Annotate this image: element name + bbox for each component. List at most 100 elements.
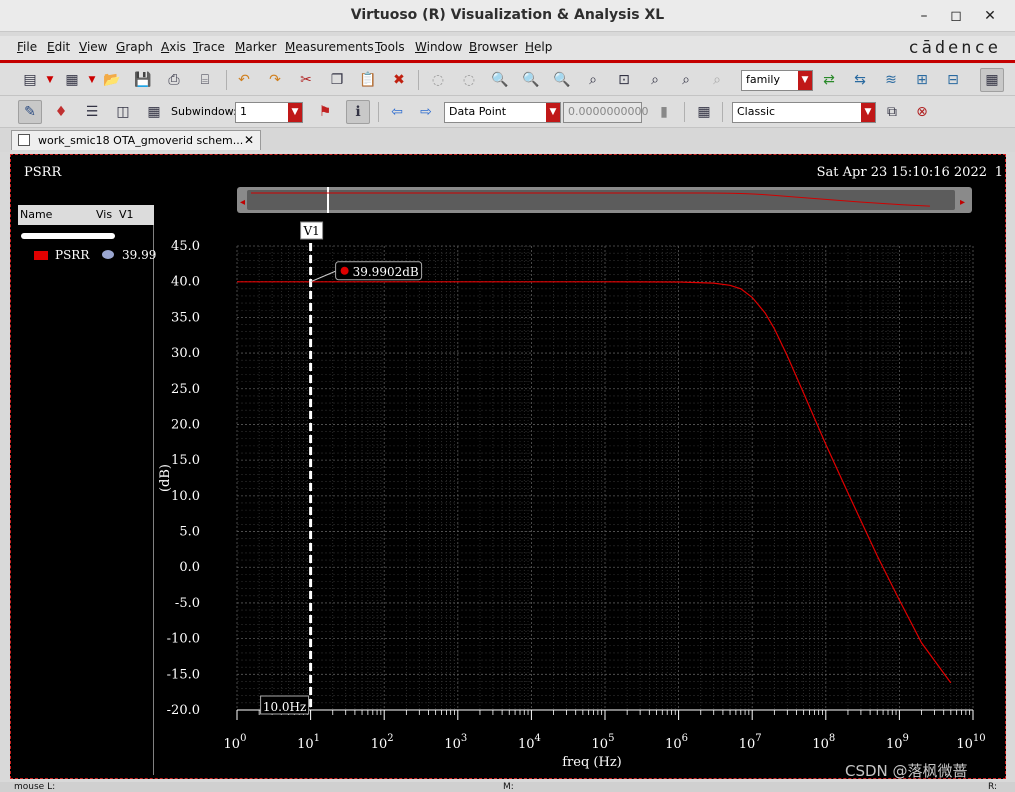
new-window-icon[interactable]: ▤ — [18, 68, 42, 92]
menu-axis[interactable]: Axis — [161, 40, 186, 54]
zoom-y-icon[interactable]: ⌕ — [674, 68, 698, 92]
print-preview-icon[interactable]: ⌸ — [193, 68, 217, 92]
x-tick-label: 102 — [371, 733, 394, 752]
zoom-x-icon[interactable]: ⌕ — [581, 68, 605, 92]
minimize-icon[interactable]: – — [914, 6, 934, 26]
x-tick-label: 103 — [444, 733, 467, 752]
subwindow-select[interactable]: 1 ▼ — [235, 102, 303, 123]
bar-chart-icon[interactable]: ▮ — [652, 100, 676, 124]
redo-icon[interactable]: ↷ — [263, 68, 287, 92]
x-axis-label: freq (Hz) — [562, 755, 622, 770]
y-tick-label: 10.0 — [171, 489, 200, 504]
paste-icon[interactable]: 📋 — [356, 68, 380, 92]
pointer-icon[interactable]: ✎ — [18, 100, 42, 124]
menu-graph[interactable]: Graph — [116, 40, 153, 54]
subwindow-label: Subwindow: — [171, 105, 237, 118]
marker-next-icon[interactable]: ⇨ — [414, 100, 438, 124]
y-tick-label: 0.0 — [179, 560, 200, 575]
family-select[interactable]: family ▼ — [741, 70, 813, 91]
scroll-left-icon[interactable]: ◂ — [240, 197, 245, 208]
new-window-dropdown-icon[interactable]: ▼ — [44, 68, 56, 92]
zoom-out-icon[interactable]: 🔍 — [550, 68, 574, 92]
x-tick-label: 109 — [886, 733, 909, 752]
legend-header-name: Name — [20, 208, 53, 221]
cards-icon[interactable]: ♦ — [49, 100, 73, 124]
y-tick-label: 35.0 — [171, 310, 200, 325]
new-subwindow-icon[interactable]: ▦ — [60, 68, 84, 92]
info-icon[interactable]: ℹ — [346, 100, 370, 124]
marker-prev-icon[interactable]: ⇦ — [385, 100, 409, 124]
menu-view[interactable]: View — [79, 40, 107, 54]
y-tick-label: 15.0 — [171, 453, 200, 468]
status-mouse-right: R: — [988, 782, 998, 792]
menu-measurements[interactable]: Measurements — [285, 40, 374, 54]
menu-file[interactable]: File — [17, 40, 37, 54]
new-subwindow-dropdown-icon[interactable]: ▼ — [86, 68, 98, 92]
close-icon[interactable]: ✕ — [244, 133, 254, 147]
strip-chart-icon[interactable]: ⇆ — [848, 68, 872, 92]
menu-tools[interactable]: Tools — [375, 40, 405, 54]
split-horizontal-icon[interactable]: ☰ — [80, 100, 104, 124]
y-tick-label: 30.0 — [171, 346, 200, 361]
overlay-icon[interactable]: ⊟ — [941, 68, 965, 92]
window-icon[interactable]: ⧉ — [880, 100, 904, 124]
print-icon[interactable]: ⎙ — [162, 68, 186, 92]
style-select[interactable]: Classic ▼ — [732, 102, 876, 123]
status-bar: mouse L: M: R: — [0, 782, 1015, 792]
open-icon[interactable]: 📂 — [100, 68, 124, 92]
menu-browser[interactable]: Browser — [469, 40, 518, 54]
family-plot-icon[interactable]: ⇄ — [817, 68, 841, 92]
zoom-next-icon[interactable]: ◌ — [457, 68, 481, 92]
marker-value-field[interactable]: 0.0000000000 — [563, 102, 648, 123]
visibility-eye-icon[interactable] — [102, 250, 114, 259]
delete-window-icon[interactable]: ⊗ — [910, 100, 934, 124]
maximize-icon[interactable]: ◻ — [946, 6, 966, 26]
plot-window[interactable]: 100 101 102 103 104 105 106 107 108 109 1010 45.0 40… — [10, 154, 1006, 779]
delete-icon[interactable]: ✖ — [387, 68, 411, 92]
split-vertical-icon[interactable]: ◫ — [111, 100, 135, 124]
scroll-right-icon[interactable]: ▸ — [960, 197, 965, 208]
zoom-in-x-icon[interactable]: 🔍 — [519, 68, 543, 92]
chevron-down-icon: ▼ — [861, 103, 875, 122]
menu-marker[interactable]: Marker — [235, 40, 276, 54]
left-edge-strip — [0, 296, 9, 776]
cut-icon[interactable]: ✂ — [294, 68, 318, 92]
legend-trace-row[interactable]: PSRR 39.99 — [18, 247, 156, 265]
legend-header-vis: Vis — [96, 208, 113, 221]
plot-date: Sat Apr 23 15:10:16 2022 — [816, 165, 987, 180]
fit-icon[interactable]: ⊡ — [612, 68, 636, 92]
stack-icon[interactable]: ≋ — [879, 68, 903, 92]
save-icon[interactable]: 💾 — [131, 68, 155, 92]
subwindow-grid-icon[interactable]: ▦ — [142, 100, 166, 124]
marker-x-readout-label: 10.0Hz — [263, 700, 307, 714]
separator — [722, 102, 723, 122]
marker-readout-label: 39.9902dB — [353, 265, 419, 279]
compare-icon[interactable]: ⊞ — [910, 68, 934, 92]
legend-group-bar[interactable] — [21, 233, 115, 239]
calculator-icon[interactable]: ▦ — [692, 100, 716, 124]
marker-mode-select[interactable]: Data Point ▼ — [444, 102, 561, 123]
watermark: CSDN @落枫微蔷 — [845, 762, 968, 780]
zoom-previous-icon[interactable]: ◌ — [426, 68, 450, 92]
secondary-toolbar: ✎ ♦ ☰ ◫ ▦ Subwindow: 1 ▼ ⚑ ℹ ⇦ ⇨ Data Poi… — [0, 96, 1015, 128]
menu-help[interactable]: Help — [525, 40, 552, 54]
flag-icon[interactable]: ⚑ — [313, 100, 337, 124]
plot-canvas[interactable]: 100 101 102 103 104 105 106 107 108 109 1010 45.0 40… — [11, 155, 1005, 778]
menu-bar: File Edit View Graph Axis Trace Marker M… — [0, 36, 1015, 60]
zoom-in-icon[interactable]: 🔍 — [488, 68, 512, 92]
tab-schematic[interactable]: work_smic18 OTA_gmoverid schem... ✕ — [11, 130, 261, 150]
separator — [226, 70, 227, 90]
psrr-trace[interactable] — [237, 281, 952, 684]
menu-trace[interactable]: Trace — [193, 40, 225, 54]
undo-icon[interactable]: ↶ — [232, 68, 256, 92]
menu-window[interactable]: Window — [415, 40, 462, 54]
y-tick-label: -10.0 — [167, 632, 200, 647]
grid-toggle-icon[interactable]: ▦ — [980, 68, 1004, 92]
zoom-disabled-icon[interactable]: ⌕ — [705, 68, 729, 92]
close-icon[interactable]: ✕ — [980, 6, 1000, 26]
copy-icon[interactable]: ❐ — [325, 68, 349, 92]
menu-edit[interactable]: Edit — [47, 40, 70, 54]
x-tick-label: 101 — [297, 733, 320, 752]
legend-trace-name: PSRR — [55, 248, 90, 262]
zoom-rect-icon[interactable]: ⌕ — [643, 68, 667, 92]
